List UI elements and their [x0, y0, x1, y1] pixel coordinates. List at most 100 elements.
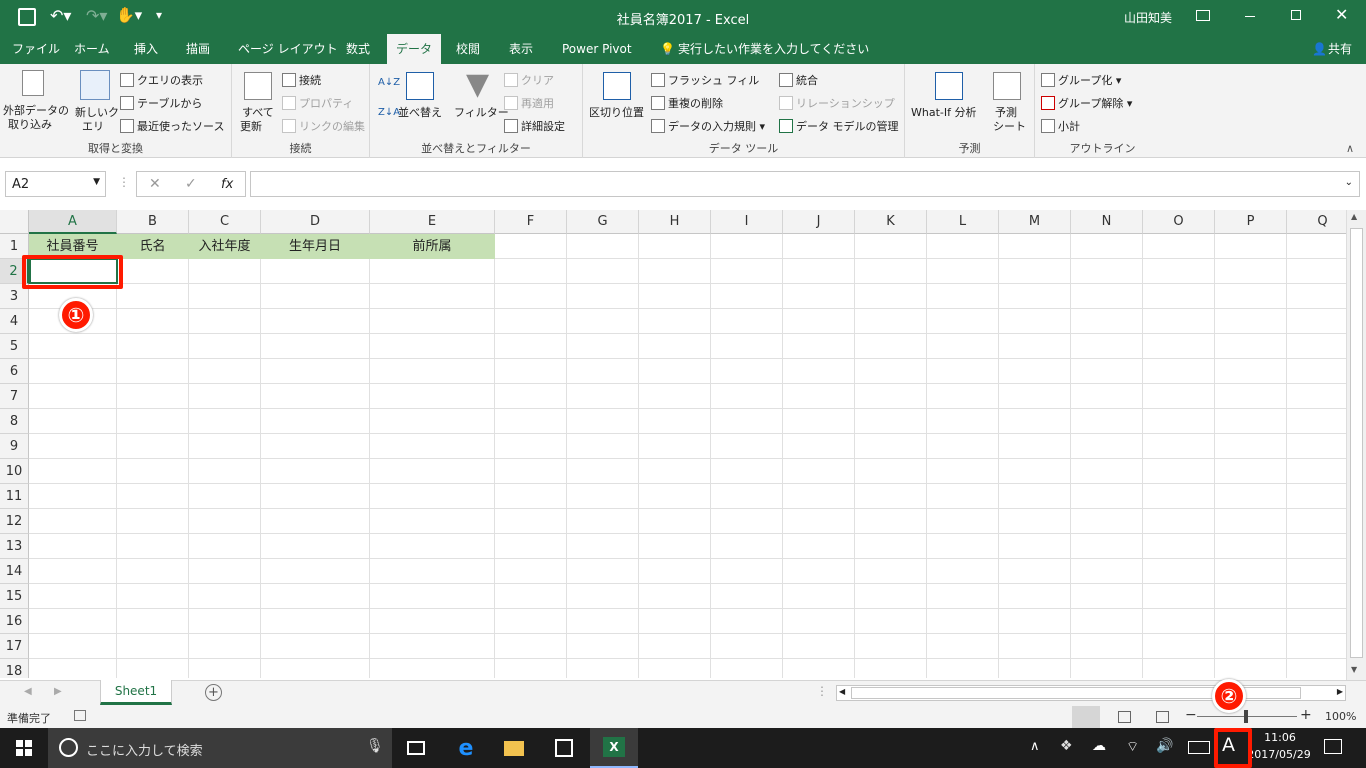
cell-Q14[interactable] [1287, 559, 1346, 584]
user-name[interactable]: 山田知美 [1124, 9, 1172, 26]
hscroll-right-icon[interactable]: ▶ [1337, 687, 1343, 696]
column-header-G[interactable]: G [567, 210, 639, 234]
cell-J17[interactable] [783, 634, 855, 659]
cell-B10[interactable] [117, 459, 189, 484]
keyboard-icon[interactable] [1188, 741, 1210, 754]
column-header-C[interactable]: C [189, 210, 261, 234]
cell-M14[interactable] [999, 559, 1071, 584]
cell-J2[interactable] [783, 259, 855, 284]
cell-Q18[interactable] [1287, 659, 1346, 678]
cell-P5[interactable] [1215, 334, 1287, 359]
cell-K9[interactable] [855, 434, 927, 459]
cell-B16[interactable] [117, 609, 189, 634]
macro-record-icon[interactable] [74, 710, 86, 721]
onedrive-icon[interactable]: ☁ [1092, 738, 1106, 754]
cell-D6[interactable] [261, 359, 370, 384]
cell-D13[interactable] [261, 534, 370, 559]
cell-D7[interactable] [261, 384, 370, 409]
cell-H9[interactable] [639, 434, 711, 459]
cell-G8[interactable] [567, 409, 639, 434]
cell-N3[interactable] [1071, 284, 1143, 309]
cell-L10[interactable] [927, 459, 999, 484]
cell-L12[interactable] [927, 509, 999, 534]
cell-I6[interactable] [711, 359, 783, 384]
cell-G14[interactable] [567, 559, 639, 584]
cell-H16[interactable] [639, 609, 711, 634]
column-header-A[interactable]: A [29, 210, 117, 234]
cell-P17[interactable] [1215, 634, 1287, 659]
vertical-scrollbar[interactable]: ▲ ▼ [1346, 210, 1366, 680]
cell-P11[interactable] [1215, 484, 1287, 509]
cell-B8[interactable] [117, 409, 189, 434]
row-header-11[interactable]: 11 [0, 484, 29, 509]
cell-D3[interactable] [261, 284, 370, 309]
cell-E9[interactable] [370, 434, 495, 459]
cell-N8[interactable] [1071, 409, 1143, 434]
cell-P4[interactable] [1215, 309, 1287, 334]
row-header-18[interactable]: 18 [0, 659, 29, 678]
cell-B11[interactable] [117, 484, 189, 509]
cell-F4[interactable] [495, 309, 567, 334]
cell-P2[interactable] [1215, 259, 1287, 284]
cell-C4[interactable] [189, 309, 261, 334]
search-box[interactable]: ここに入力して検索 🎙 [48, 728, 392, 768]
cell-K5[interactable] [855, 334, 927, 359]
row-header-14[interactable]: 14 [0, 559, 29, 584]
cell-G11[interactable] [567, 484, 639, 509]
cell-N17[interactable] [1071, 634, 1143, 659]
cell-G2[interactable] [567, 259, 639, 284]
cell-B7[interactable] [117, 384, 189, 409]
cell-O7[interactable] [1143, 384, 1215, 409]
cell-F2[interactable] [495, 259, 567, 284]
clear-button[interactable]: クリア [504, 73, 554, 88]
cell-D8[interactable] [261, 409, 370, 434]
cell-K13[interactable] [855, 534, 927, 559]
what-if-button[interactable]: What-If 分析 [911, 106, 976, 120]
cell-E2[interactable] [370, 259, 495, 284]
cell-D4[interactable] [261, 309, 370, 334]
cell-P16[interactable] [1215, 609, 1287, 634]
cell-H14[interactable] [639, 559, 711, 584]
cell-O9[interactable] [1143, 434, 1215, 459]
row-header-6[interactable]: 6 [0, 359, 29, 384]
cell-L4[interactable] [927, 309, 999, 334]
row-header-17[interactable]: 17 [0, 634, 29, 659]
row-header-10[interactable]: 10 [0, 459, 29, 484]
cell-J11[interactable] [783, 484, 855, 509]
cell-P1[interactable] [1215, 234, 1287, 259]
cell-O4[interactable] [1143, 309, 1215, 334]
cell-P7[interactable] [1215, 384, 1287, 409]
cell-I2[interactable] [711, 259, 783, 284]
close-icon[interactable]: ✕ [1335, 5, 1348, 24]
cell-M3[interactable] [999, 284, 1071, 309]
cell-C5[interactable] [189, 334, 261, 359]
properties-button[interactable]: プロパティ [282, 96, 353, 111]
cell-Q12[interactable] [1287, 509, 1346, 534]
row-header-8[interactable]: 8 [0, 409, 29, 434]
cell-F10[interactable] [495, 459, 567, 484]
row-header-5[interactable]: 5 [0, 334, 29, 359]
cell-H17[interactable] [639, 634, 711, 659]
restore-icon[interactable] [1291, 10, 1301, 20]
cell-A11[interactable] [29, 484, 117, 509]
from-table-button[interactable]: テーブルから [120, 96, 202, 111]
scroll-left-icon[interactable]: ◀ [24, 686, 32, 697]
cell-H2[interactable] [639, 259, 711, 284]
cell-A16[interactable] [29, 609, 117, 634]
cell-M18[interactable] [999, 659, 1071, 678]
zoom-in-icon[interactable]: + [1300, 707, 1312, 723]
cell-I16[interactable] [711, 609, 783, 634]
row-header-4[interactable]: 4 [0, 309, 29, 334]
cell-O18[interactable] [1143, 659, 1215, 678]
name-box[interactable]: A2 ▼ [5, 171, 106, 197]
text-to-columns-button[interactable]: 区切り位置 [589, 106, 644, 120]
cell-L5[interactable] [927, 334, 999, 359]
cell-O2[interactable] [1143, 259, 1215, 284]
cell-Q7[interactable] [1287, 384, 1346, 409]
task-view-icon[interactable] [392, 728, 440, 768]
cell-M6[interactable] [999, 359, 1071, 384]
cell-B12[interactable] [117, 509, 189, 534]
cell-P10[interactable] [1215, 459, 1287, 484]
cell-I4[interactable] [711, 309, 783, 334]
cell-F9[interactable] [495, 434, 567, 459]
